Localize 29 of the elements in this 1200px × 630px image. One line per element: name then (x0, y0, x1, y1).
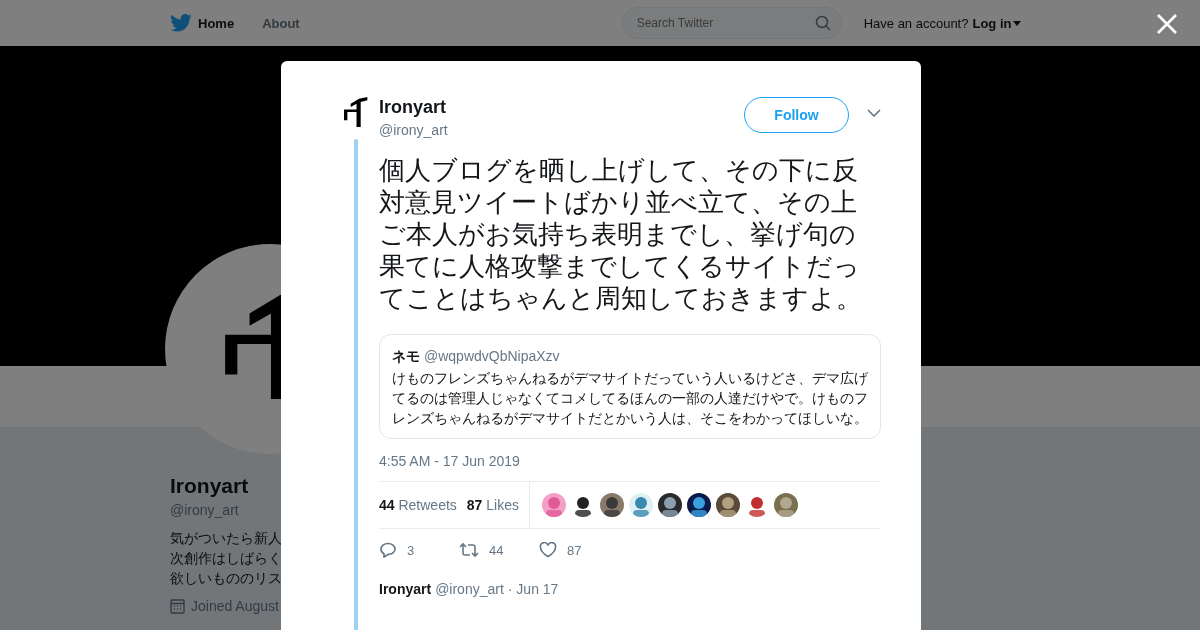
profile-name: Ironyart (170, 474, 249, 498)
quoted-tweet-text: けものフレンズちゃんねるがデマサイトだっていう人いるけどさ、デマ広げてるのは管理人じゃなくてコメしてるほんの一部の人達だけやで。けものフレンズちゃんねるがデマサイトだとかいう人は、そこをわかってほしいな。 (392, 369, 868, 428)
login-link[interactable]: Log in (972, 15, 1022, 31)
follow-button[interactable]: Follow (744, 97, 849, 133)
joined-date: Joined August (191, 598, 279, 614)
profile-handle: @irony_art (170, 502, 239, 518)
reply-date: · Jun 17 (507, 581, 559, 597)
tweet-timestamp: 4:55 AM - 17 Jun 2019 (379, 453, 521, 469)
quoted-author-handle: @wqpwdvQbNipaXzv (424, 348, 560, 364)
bio-line: 欲しいもののリス (170, 569, 282, 588)
action-count: 44 (489, 542, 504, 558)
tweet-text: 個人ブログを晒し上げして、その下に反対意見ツイートばかり並べ立て、その上ご本人がお気持ち表明までし、挙げ句の果てに人格攻撃までしてくるサイトだってことはちゃんと周知しておきますよ。 (379, 154, 863, 314)
author-name: Ironyart (379, 97, 448, 118)
bio-line: 次創作はしばらく (170, 549, 282, 568)
quoted-author-name: ネモ (392, 348, 420, 364)
nav-link[interactable]: About (262, 15, 300, 31)
stat-count[interactable]: 44 Retweets (379, 497, 457, 513)
bio-line: 気がついたら新人 (170, 529, 282, 548)
reply-author-handle: @irony_art (435, 581, 504, 597)
account-prompt: Have an account? (863, 15, 969, 31)
quoted-tweet[interactable]: ネモ @wqpwdvQbNipaXzv けものフレンズちゃんねるがデマサイトだっていう人いるけどさ、デマ広げてるのは管理人じゃなくてコメしてるほんの一部の人達だけやで。けものフレンズちゃんねるがデマサイトだとかいう人は、そこをわかってほしいな。 (379, 334, 881, 439)
nav-link[interactable]: Home (170, 14, 235, 32)
stat-count[interactable]: 87 Likes (466, 497, 519, 513)
action-count: 3 (407, 542, 415, 558)
search-field[interactable]: Search Twitter (621, 7, 842, 39)
reply-author-name: Ironyart (379, 581, 432, 597)
author-handle: @irony_art (379, 122, 449, 138)
action-count: 87 (567, 542, 582, 558)
search-input[interactable]: Search Twitter (634, 15, 815, 31)
